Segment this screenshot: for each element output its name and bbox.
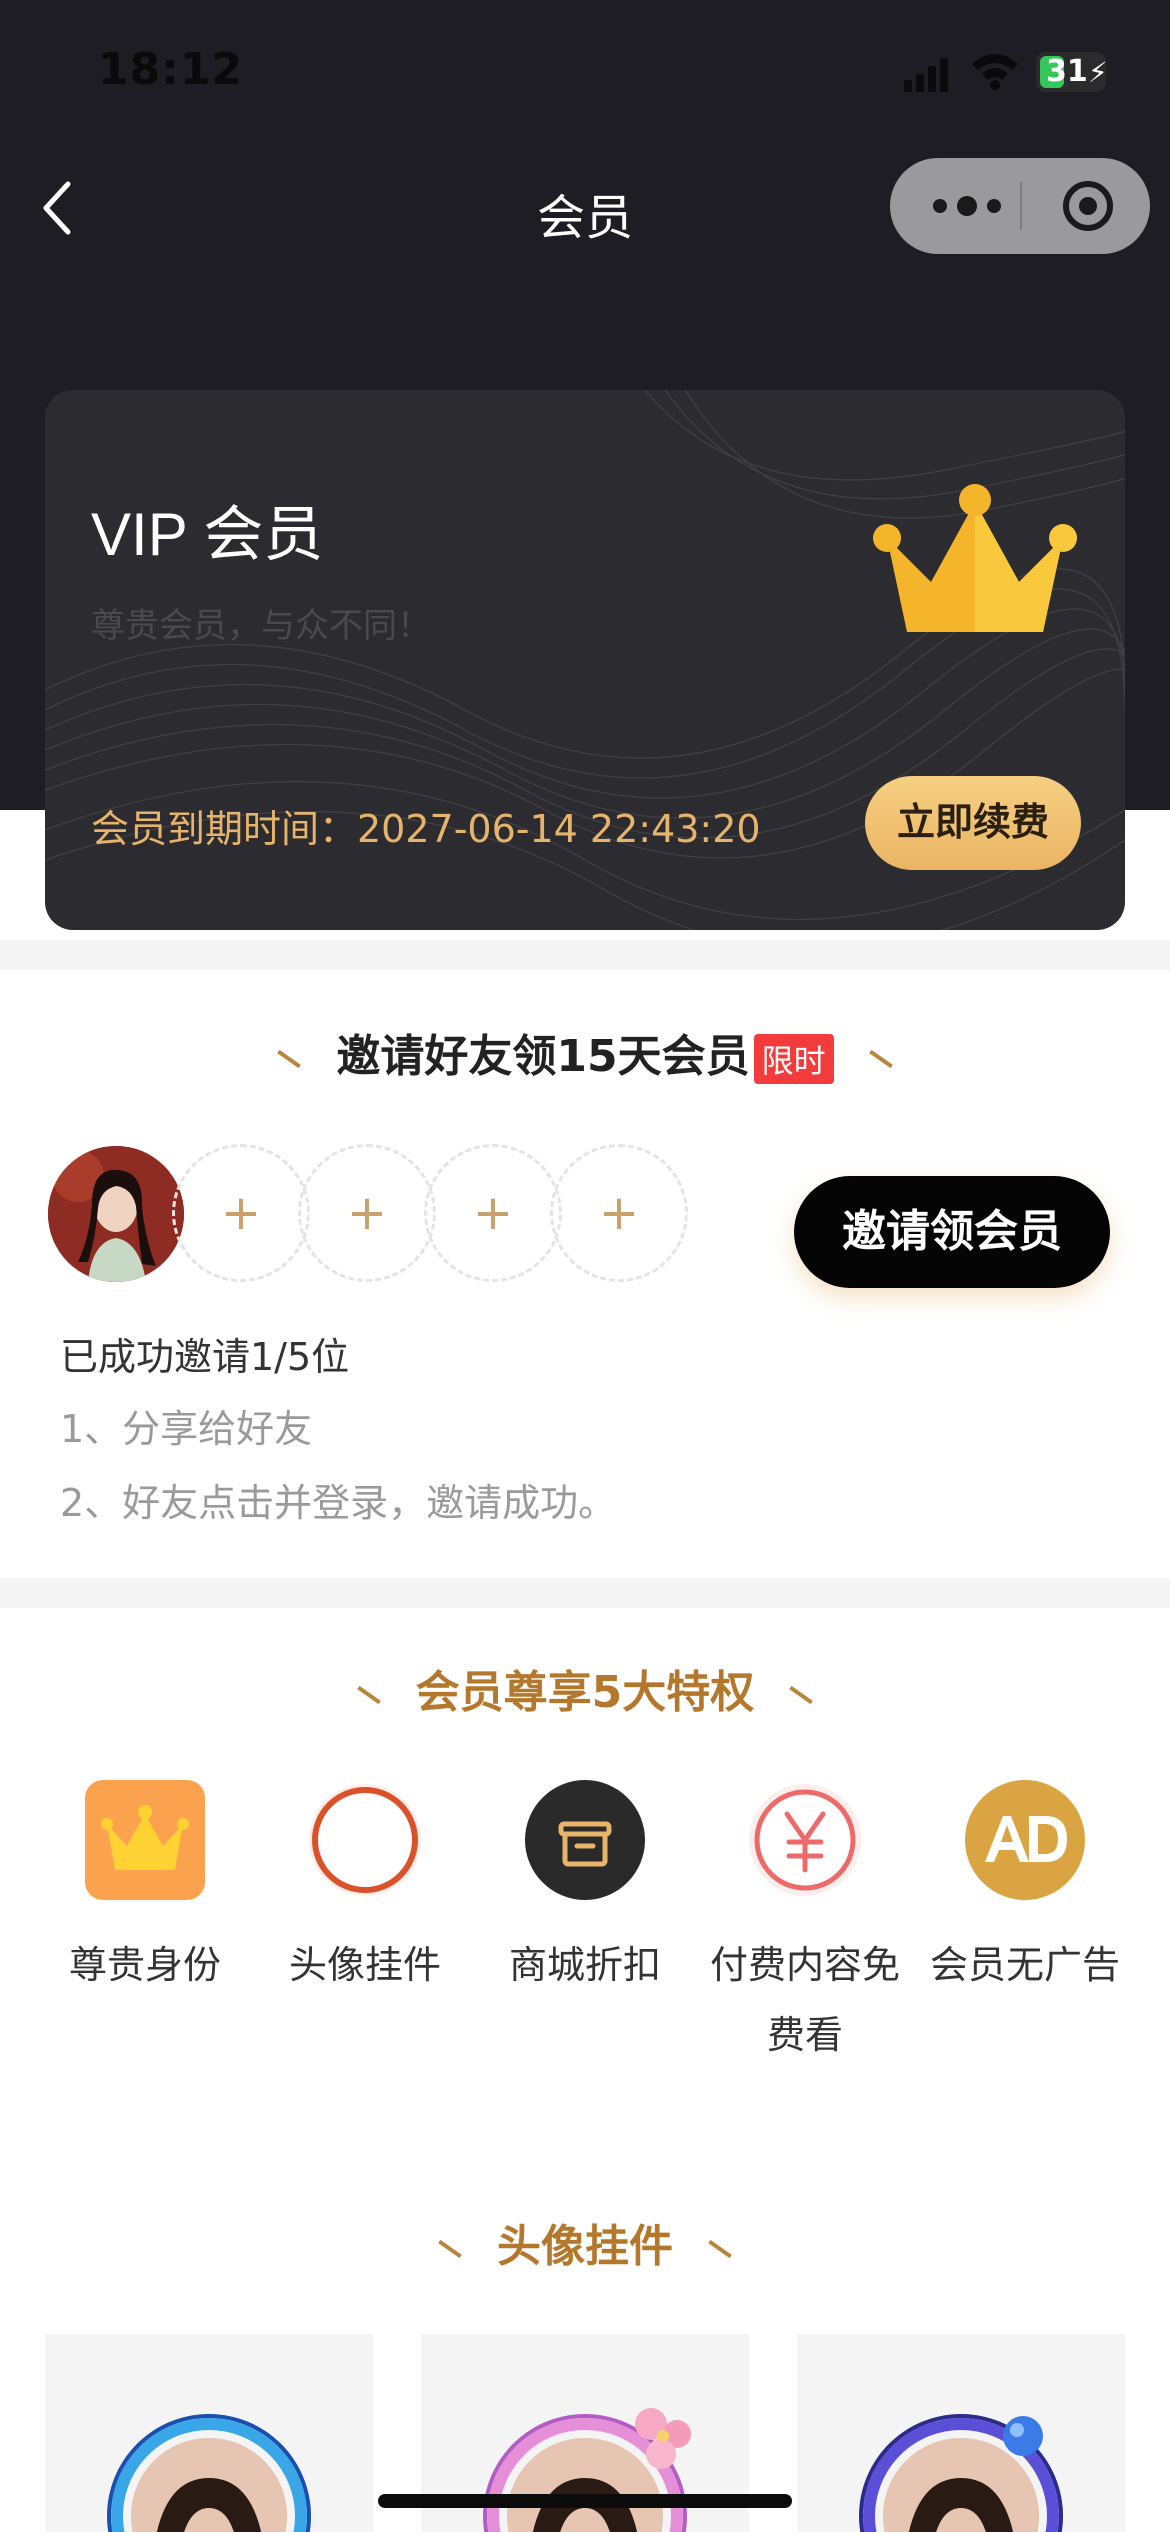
privilege-item[interactable]: 付费内容免费看 <box>695 1780 915 2070</box>
privilege-item[interactable]: 会员无广告 <box>915 1780 1135 2000</box>
orb-decoration-icon <box>1003 2416 1043 2456</box>
mini-program-capsule <box>890 158 1150 254</box>
invite-step: 2、好友点击并登录，邀请成功。 <box>60 1481 617 1525</box>
yuan-icon <box>749 1784 861 1896</box>
invite-slot[interactable]: + <box>424 1144 562 1282</box>
renew-button[interactable]: 立即续费 <box>865 776 1081 870</box>
privilege-label: 付费内容免费看 <box>709 1943 900 2057</box>
battery-level: 31 <box>1046 54 1088 89</box>
privilege-item[interactable]: 商城折扣 <box>475 1780 695 2000</box>
frames-title-text: 头像挂件 <box>497 2221 673 2272</box>
title-decoration <box>708 2239 732 2259</box>
vip-card: VIP 会员 尊贵会员，与众不同！ 会员到期时间：2027-06-14 22:4… <box>45 390 1125 930</box>
crown-icon <box>85 1780 205 1900</box>
section-divider <box>0 940 1170 970</box>
charging-icon: ⚡ <box>1088 56 1108 89</box>
status-bar: 18:12 31 ⚡ <box>0 0 1170 150</box>
signal-icon <box>904 58 948 92</box>
avatar-frame-card[interactable] <box>797 2334 1125 2532</box>
avatar <box>48 1146 184 1282</box>
shop-icon <box>525 1780 645 1900</box>
privilege-label: 头像挂件 <box>288 1943 441 1987</box>
invite-button[interactable]: 邀请领会员 <box>794 1176 1110 1288</box>
crown-icon <box>873 484 1077 632</box>
ad-icon <box>965 1780 1085 1900</box>
flower-decoration-icon <box>635 2408 691 2469</box>
invite-slot[interactable]: + <box>550 1144 688 1282</box>
privilege-item[interactable]: 尊贵身份 <box>35 1780 255 2000</box>
privileges-section-title: 会员尊享5大特权 <box>0 1656 1170 1720</box>
invite-title-text: 邀请好友领15天会员 <box>336 1031 750 1082</box>
avatar-frame-card[interactable] <box>45 2334 373 2532</box>
frames-section-title: 头像挂件 <box>0 2210 1170 2274</box>
invite-section-title: 邀请好友领15天会员 限时 <box>0 1020 1170 1084</box>
privilege-label: 商城折扣 <box>508 1943 661 1987</box>
ring-icon <box>309 1784 421 1896</box>
privilege-item[interactable]: 头像挂件 <box>255 1780 475 2000</box>
invite-step: 1、分享给好友 <box>60 1407 313 1451</box>
title-decoration <box>277 1049 302 1069</box>
title-decoration <box>438 2239 462 2259</box>
status-time: 18:12 <box>98 44 244 95</box>
title-decoration <box>789 1685 814 1705</box>
capsule-divider <box>1020 182 1022 230</box>
close-target-icon[interactable] <box>1060 178 1116 234</box>
home-indicator <box>378 2494 792 2508</box>
invite-slot[interactable]: + <box>172 1144 310 1282</box>
wifi-icon <box>972 54 1018 90</box>
invite-slot[interactable]: + <box>298 1144 436 1282</box>
vip-subtitle: 尊贵会员，与众不同！ <box>91 606 431 646</box>
privileges-title-text: 会员尊享5大特权 <box>415 1667 755 1718</box>
invite-count: 已成功邀请1/5位 <box>60 1335 350 1379</box>
title-decoration <box>868 1049 893 1069</box>
membership-expiry: 会员到期时间：2027-06-14 22:43:20 <box>91 807 761 851</box>
privilege-label: 尊贵身份 <box>68 1943 221 1987</box>
avatar-photo <box>48 1146 184 1282</box>
vip-title: VIP 会员 <box>91 501 324 568</box>
privilege-label: 会员无广告 <box>929 1943 1120 1987</box>
section-divider <box>0 1578 1170 1608</box>
battery-indicator: 31 ⚡ <box>1036 52 1108 92</box>
title-decoration <box>356 1685 381 1705</box>
more-options-icon[interactable] <box>922 180 1012 232</box>
limited-time-badge: 限时 <box>753 1034 834 1084</box>
